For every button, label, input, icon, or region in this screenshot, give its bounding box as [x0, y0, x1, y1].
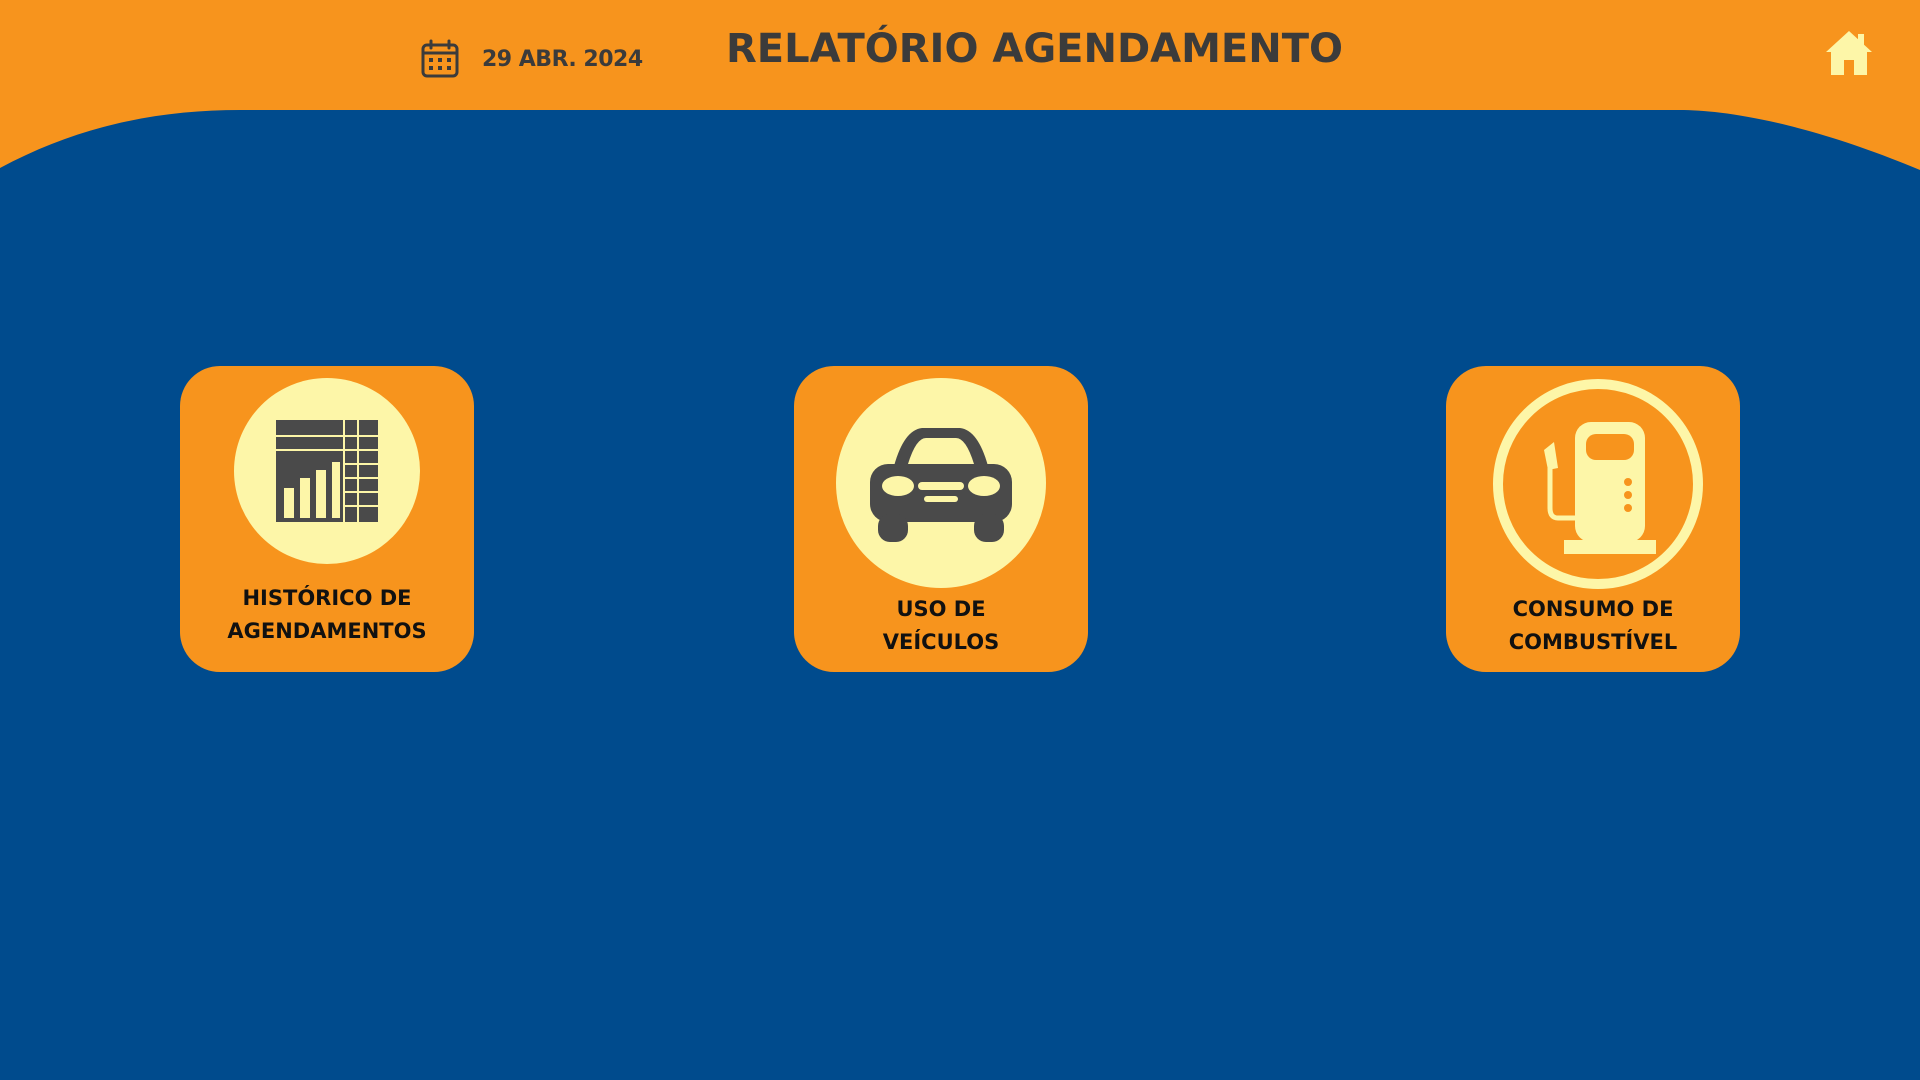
- fuel-pump-icon: [1493, 379, 1703, 589]
- car-icon: [836, 378, 1046, 588]
- home-icon: [1826, 31, 1872, 75]
- calendar-icon: [421, 39, 459, 78]
- card-label-line: USO DE: [896, 597, 986, 621]
- card-historico-agendamentos[interactable]: HISTÓRICO DE AGENDAMENTOS: [180, 366, 474, 672]
- card-label-line: CONSUMO DE: [1512, 597, 1674, 621]
- date-text: 29 ABR. 2024: [482, 46, 643, 72]
- card-label: USO DE VEÍCULOS: [794, 593, 1088, 659]
- home-button[interactable]: [1822, 26, 1876, 80]
- card-consumo-de-combustivel[interactable]: CONSUMO DE COMBUSTÍVEL: [1446, 366, 1740, 672]
- card-label: CONSUMO DE COMBUSTÍVEL: [1446, 593, 1740, 659]
- card-label-line: COMBUSTÍVEL: [1508, 630, 1678, 654]
- card-uso-de-veiculos[interactable]: USO DE VEÍCULOS: [794, 366, 1088, 672]
- page-title: RELATÓRIO AGENDAMENTO: [726, 26, 1344, 72]
- chart-table-icon: [234, 378, 420, 564]
- date-display: 29 ABR. 2024: [420, 38, 643, 80]
- card-label-line: VEÍCULOS: [882, 630, 1000, 654]
- card-label: HISTÓRICO DE AGENDAMENTOS: [180, 582, 474, 648]
- card-label-line: AGENDAMENTOS: [227, 619, 427, 643]
- card-label-line: HISTÓRICO DE: [242, 586, 412, 610]
